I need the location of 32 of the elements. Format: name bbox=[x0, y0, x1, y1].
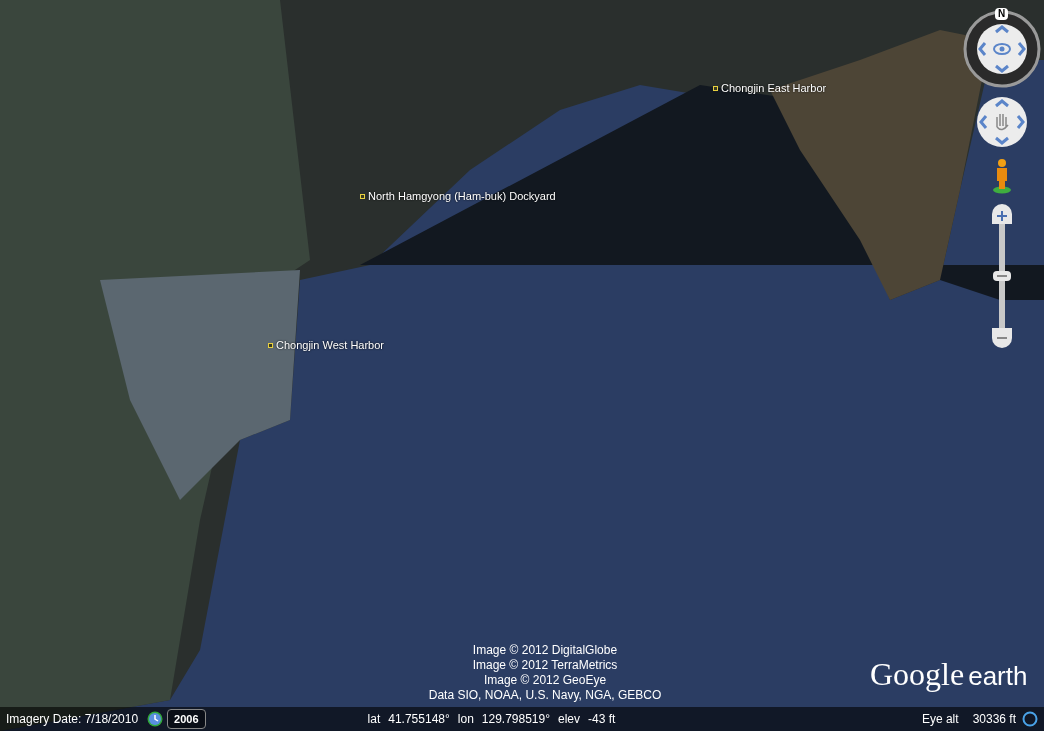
plus-icon bbox=[997, 210, 1007, 221]
zoom-slider-thumb[interactable] bbox=[993, 271, 1011, 281]
google-earth-logo: Google earth bbox=[870, 655, 1028, 694]
imagery-credit: Image © 2012 TerraMetrics bbox=[472, 658, 618, 673]
latitude-value: 41.755148° bbox=[388, 711, 450, 728]
elevation-label: elev bbox=[558, 711, 581, 728]
historical-imagery-button[interactable]: 2006 bbox=[167, 709, 206, 729]
imagery-credit: Image © 2012 DigitalGlobe bbox=[472, 643, 618, 658]
imagery-credit: Image © 2012 GeoEye bbox=[483, 673, 607, 688]
streaming-ring-icon bbox=[1022, 711, 1038, 727]
placemark-icon[interactable] bbox=[713, 85, 718, 91]
longitude-label: lon bbox=[457, 711, 474, 728]
placemark-label[interactable]: Chongjin West Harbor bbox=[276, 337, 384, 354]
imagery-date: Imagery Date: 7/18/2010 bbox=[6, 711, 139, 728]
imagery-credit: Data SIO, NOAA, U.S. Navy, NGA, GEBCO bbox=[428, 688, 662, 703]
elevation-value: -43 ft bbox=[588, 711, 616, 728]
look-joystick-icon[interactable] bbox=[963, 10, 1041, 88]
eye-altitude-value: 30336 ft bbox=[972, 711, 1016, 728]
eye-altitude-label: Eye alt bbox=[921, 711, 959, 728]
compass-north-label[interactable]: N bbox=[995, 8, 1008, 20]
placemark-label[interactable]: Chongjin East Harbor bbox=[721, 80, 827, 97]
minus-icon bbox=[997, 336, 1007, 340]
zoom-out-button[interactable] bbox=[992, 328, 1012, 348]
person-icon[interactable] bbox=[992, 159, 1012, 194]
placemark-icon[interactable] bbox=[268, 342, 273, 348]
zoom-in-button[interactable] bbox=[992, 204, 1012, 224]
placemark-label[interactable]: North Hamgyong (Ham-buk) Dockyard bbox=[368, 188, 556, 205]
pan-joystick-icon[interactable] bbox=[977, 97, 1027, 147]
latitude-label: lat bbox=[367, 711, 381, 728]
placemark-icon[interactable] bbox=[360, 193, 365, 199]
clock-icon[interactable] bbox=[147, 711, 164, 727]
longitude-value: 129.798519° bbox=[481, 711, 550, 728]
